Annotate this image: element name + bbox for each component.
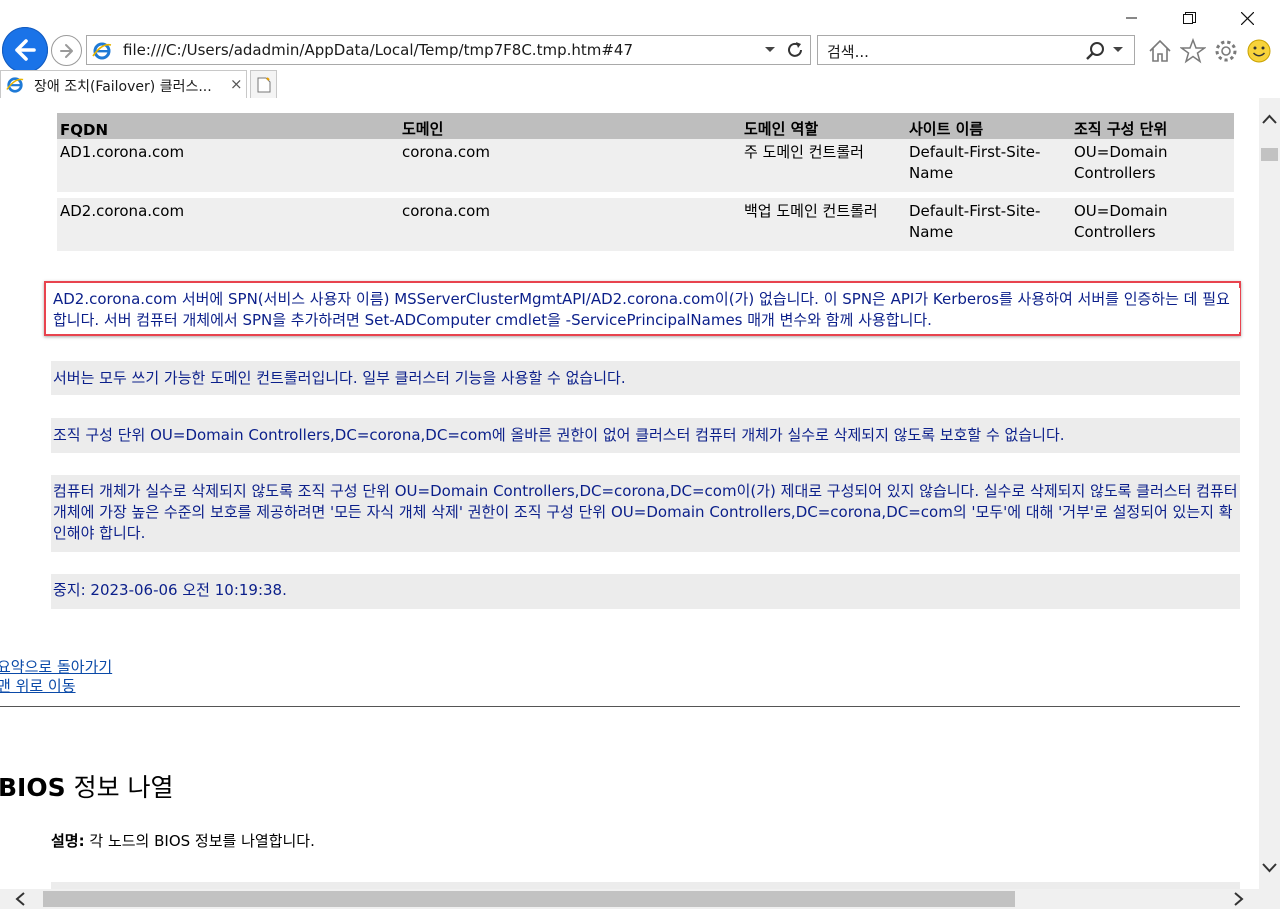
cell-fqdn: AD1.corona.com: [57, 139, 399, 195]
star-icon: [1180, 38, 1206, 64]
arrow-left-icon: [15, 39, 36, 61]
arrow-right-icon: [59, 43, 73, 58]
chevron-down-icon[interactable]: [1112, 44, 1124, 56]
horizontal-scrollbar[interactable]: [0, 889, 1259, 909]
ou-permission-warning-message: 조직 구성 단위 OU=Domain Controllers,DC=corona…: [51, 418, 1240, 453]
vertical-scrollbar[interactable]: [1259, 98, 1280, 889]
description-text: 각 노드의 BIOS 정보를 나열합니다.: [84, 832, 315, 850]
back-to-summary-link[interactable]: 요약으로 돌아가기: [0, 656, 112, 677]
page-viewport: FQDN 도메인 도메인 역할 사이트 이름 조직 구성 단위 AD1.coro…: [0, 98, 1259, 889]
cell-fqdn: AD2.corona.com: [57, 192, 399, 251]
next-table-top: [51, 882, 1240, 889]
column-header-domain-role: 도메인 역할: [741, 113, 906, 139]
chevron-up-icon[interactable]: [1260, 110, 1279, 129]
section-divider: [0, 706, 1240, 707]
section-heading-bold: BIOS: [0, 773, 66, 802]
spn-warning-message: AD2.corona.com 서버에 SPN(서비스 사용자 이름) MSSer…: [51, 288, 1240, 332]
ie-logo-icon: [6, 77, 24, 93]
cell-ou: OU=Domain Controllers: [1071, 139, 1234, 195]
search-box[interactable]: 검색...: [817, 35, 1135, 65]
writable-dc-warning-message: 서버는 모두 쓰기 가능한 도메인 컨트롤러입니다. 일부 클러스터 기능을 사…: [51, 361, 1240, 395]
cell-domain: corona.com: [399, 139, 741, 195]
new-tab-button[interactable]: [250, 70, 277, 98]
domain-controller-table: FQDN 도메인 도메인 역할 사이트 이름 조직 구성 단위 AD1.coro…: [57, 113, 1234, 251]
column-header-site-name: 사이트 이름: [906, 113, 1071, 139]
cell-ou: OU=Domain Controllers: [1071, 192, 1234, 251]
minimize-button[interactable]: [1109, 4, 1155, 32]
chevron-left-icon[interactable]: [12, 890, 30, 908]
scrollbar-corner: [1259, 889, 1280, 909]
back-button[interactable]: [2, 27, 48, 73]
address-bar[interactable]: file:///C:/Users/adadmin/AppData/Local/T…: [86, 35, 811, 65]
search-icon[interactable]: [1084, 40, 1106, 62]
column-header-domain: 도메인: [399, 113, 741, 139]
ie-logo-icon: [92, 42, 112, 60]
table-row: AD2.corona.com corona.com 백업 도메인 컨트롤러 De…: [57, 192, 1234, 251]
home-icon: [1149, 39, 1171, 62]
table-header-row: FQDN 도메인 도메인 역할 사이트 이름 조직 구성 단위: [57, 113, 1234, 139]
close-icon: [1240, 11, 1254, 25]
refresh-icon[interactable]: [784, 39, 806, 61]
new-tab-icon: [257, 76, 270, 92]
section-description: 설명: 각 노드의 BIOS 정보를 나열합니다.: [51, 830, 315, 851]
feedback-button[interactable]: [1245, 37, 1273, 65]
go-to-top-link[interactable]: 맨 위로 이동: [0, 675, 76, 696]
restore-icon: [1182, 11, 1196, 24]
browser-chrome: file:///C:/Users/adadmin/AppData/Local/T…: [0, 0, 1280, 98]
column-header-ou: 조직 구성 단위: [1071, 113, 1234, 139]
cell-domain-role: 주 도메인 컨트롤러: [741, 139, 906, 195]
chevron-down-icon[interactable]: [1260, 858, 1279, 877]
table-row: AD1.corona.com corona.com 주 도메인 컨트롤러 Def…: [57, 139, 1234, 195]
search-placeholder[interactable]: 검색...: [827, 41, 869, 62]
forward-button[interactable]: [51, 35, 82, 66]
vertical-scroll-thumb[interactable]: [1261, 148, 1278, 161]
settings-button[interactable]: [1212, 37, 1240, 65]
close-window-button[interactable]: [1224, 4, 1270, 32]
description-label: 설명:: [51, 832, 85, 850]
section-heading-rest: 정보 나열: [65, 773, 174, 802]
tab-close-button[interactable]: ×: [230, 75, 243, 93]
smiley-icon: [1247, 39, 1271, 63]
cell-domain: corona.com: [399, 192, 741, 251]
chevron-down-icon[interactable]: [764, 44, 776, 56]
stop-time-message: 중지: 2023-06-06 오전 10:19:38.: [51, 574, 1240, 609]
favorites-button[interactable]: [1179, 37, 1207, 65]
ou-protection-warning-message: 컴퓨터 개체가 실수로 삭제되지 않도록 조직 구성 단위 OU=Domain …: [51, 475, 1240, 552]
cell-site-name: Default-First-Site-Name: [906, 139, 1071, 195]
chevron-right-icon[interactable]: [1229, 890, 1247, 908]
restore-button[interactable]: [1166, 4, 1212, 32]
minimize-icon: [1126, 17, 1137, 19]
horizontal-scroll-thumb[interactable]: [43, 891, 1015, 907]
url-text[interactable]: file:///C:/Users/adadmin/AppData/Local/T…: [123, 41, 633, 59]
cell-domain-role: 백업 도메인 컨트롤러: [741, 192, 906, 251]
section-heading: BIOS 정보 나열: [0, 768, 174, 804]
column-header-fqdn: FQDN: [57, 113, 399, 139]
gear-icon: [1215, 40, 1237, 62]
browser-tab[interactable]: 장애 조치(Failover) 클러스... ×: [0, 70, 247, 98]
home-button[interactable]: [1146, 37, 1174, 65]
cell-site-name: Default-First-Site-Name: [906, 192, 1071, 251]
tab-title: 장애 조치(Failover) 클러스...: [34, 79, 212, 95]
